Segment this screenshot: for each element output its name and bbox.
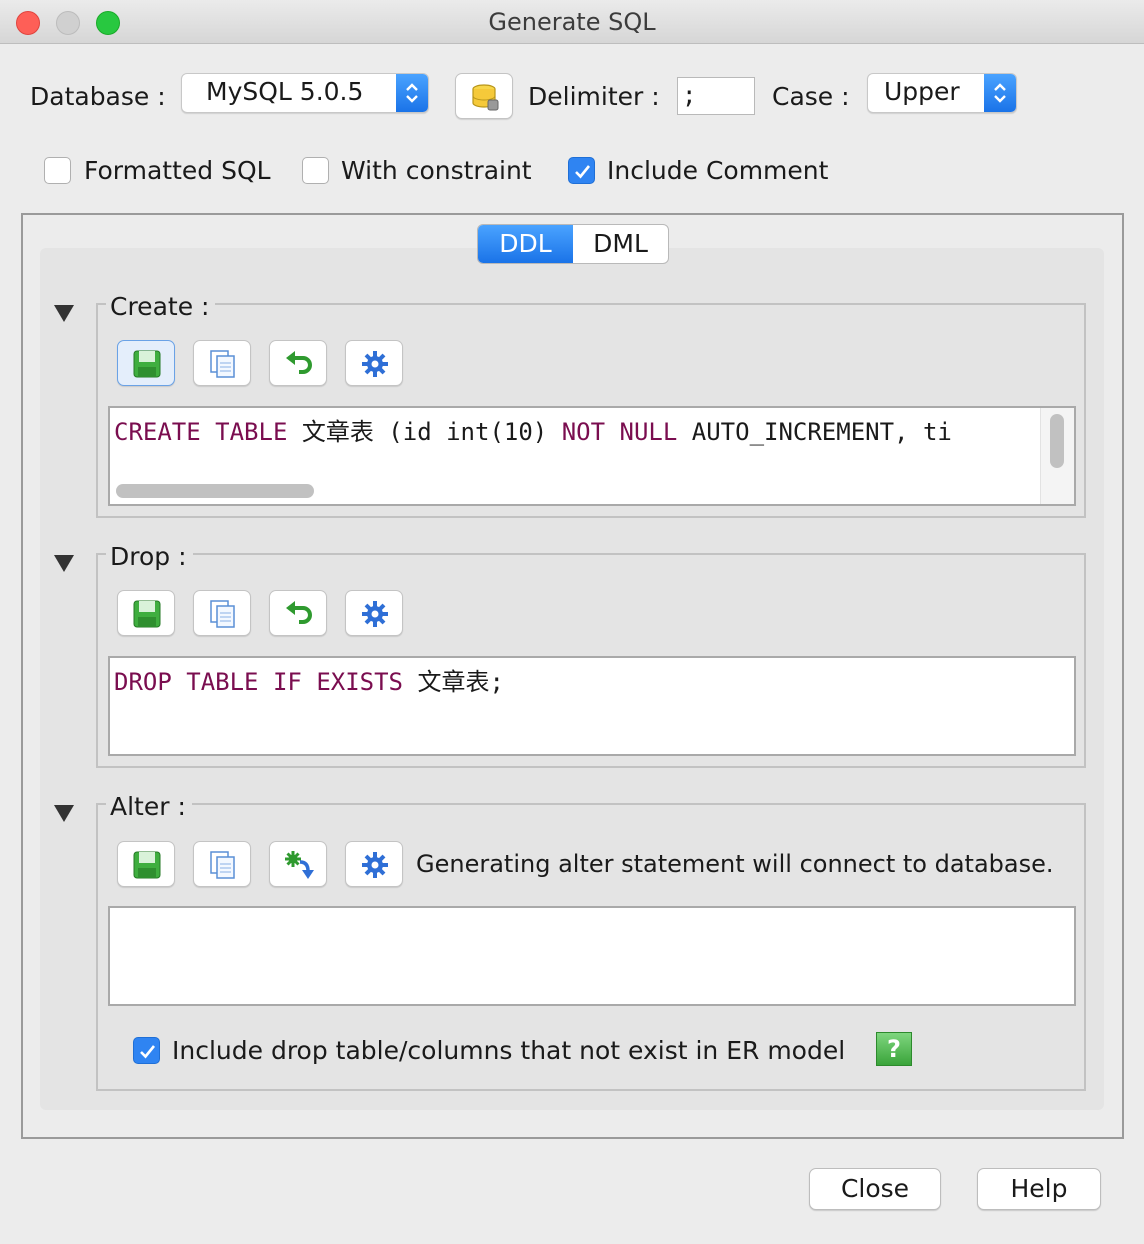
create-sql-text: CREATE TABLE 文章表 (id int(10) NOT NULL AU… [114,418,952,446]
drop-sql-text: DROP TABLE IF EXISTS 文章表; [114,668,504,696]
drop-undo-button[interactable] [269,590,327,636]
formatted-sql-checkbox[interactable] [44,157,71,184]
collapse-alter-toggle[interactable] [54,805,74,822]
copy-icon [210,851,235,879]
include-comment-label: Include Comment [607,156,829,185]
updown-chevron-icon [396,74,428,112]
alter-sql-editor[interactable] [108,906,1076,1006]
ddl-dml-tabs: DDL DML [477,224,669,264]
include-drop-checkbox[interactable] [133,1037,160,1064]
delimiter-label: Delimiter : [528,82,660,111]
checkmark-icon [140,1045,156,1059]
save-icon [133,600,161,628]
create-label: Create : [106,292,216,321]
tab-dml[interactable]: DML [573,225,668,263]
tab-ddl[interactable]: DDL [478,225,573,263]
gear-icon [362,351,388,377]
create-options-button[interactable] [345,340,403,386]
copy-icon [210,350,235,378]
with-constraint-checkbox[interactable] [302,157,329,184]
create-sql-editor[interactable]: CREATE TABLE 文章表 (id int(10) NOT NULL AU… [108,406,1076,506]
updown-chevron-icon [984,74,1016,112]
help-question-icon[interactable]: ? [876,1032,912,1066]
database-select[interactable]: MySQL 5.0.5 [181,73,429,113]
drop-copy-button[interactable] [193,590,251,636]
copy-icon [210,600,235,628]
gear-icon [362,852,388,878]
database-icon [472,84,499,111]
create-copy-button[interactable] [193,340,251,386]
case-select-value: Upper [884,77,960,106]
title-bar: Generate SQL [0,0,1144,44]
drop-sql-editor[interactable]: DROP TABLE IF EXISTS 文章表; [108,656,1076,756]
alter-save-button[interactable] [117,841,175,887]
case-label: Case : [772,82,850,111]
gear-icon [362,601,388,627]
drop-options-button[interactable] [345,590,403,636]
create-save-button[interactable] [117,340,175,386]
formatted-sql-label: Formatted SQL [84,156,271,185]
database-select-value: MySQL 5.0.5 [206,77,364,106]
alter-generate-button[interactable] [269,841,327,887]
undo-icon [286,601,312,624]
create-undo-button[interactable] [269,340,327,386]
delimiter-input[interactable]: ; [677,77,755,115]
include-comment-checkbox[interactable] [568,157,595,184]
window-title: Generate SQL [488,8,656,36]
undo-icon [286,351,312,374]
alter-options-button[interactable] [345,841,403,887]
include-drop-label: Include drop table/columns that not exis… [172,1036,846,1065]
drop-label: Drop : [106,542,193,571]
generate-arrow-icon [285,851,314,879]
collapse-create-toggle[interactable] [54,305,74,322]
checkmark-icon [575,165,591,179]
case-select[interactable]: Upper [867,73,1017,113]
create-vertical-scrollbar[interactable] [1040,408,1074,504]
help-button[interactable]: Help [977,1168,1101,1210]
alter-note: Generating alter statement will connect … [416,850,1054,878]
alter-label: Alter : [106,792,192,821]
with-constraint-label: With constraint [341,156,532,185]
create-horizontal-scrollbar[interactable] [116,484,314,498]
alter-copy-button[interactable] [193,841,251,887]
save-icon [133,350,161,378]
close-button[interactable]: Close [809,1168,941,1210]
collapse-drop-toggle[interactable] [54,555,74,572]
save-icon [133,851,161,879]
scroll-thumb[interactable] [1050,414,1064,468]
database-label: Database : [30,82,166,111]
drop-save-button[interactable] [117,590,175,636]
database-settings-button[interactable] [455,73,513,119]
